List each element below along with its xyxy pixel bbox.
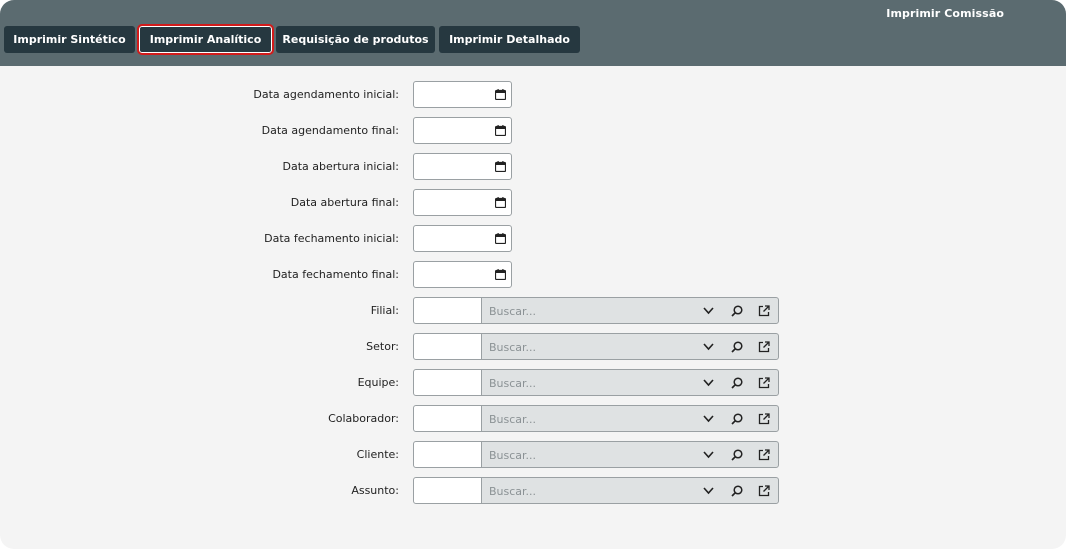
date-fechamento-inicial-input[interactable] — [413, 225, 512, 252]
tab-imprimir-analitico[interactable]: Imprimir Analítico — [137, 24, 274, 55]
field-label: Equipe: — [357, 376, 399, 389]
equipe-code-input[interactable] — [413, 369, 482, 396]
tab-bar: Imprimir Sintético Imprimir Analítico Re… — [4, 24, 580, 55]
setor-search-input[interactable]: Buscar... — [481, 333, 779, 360]
date-row: Data fechamento final: — [0, 261, 1066, 288]
magnifier-icon[interactable] — [731, 485, 743, 497]
field-label: Data fechamento inicial: — [264, 232, 399, 245]
lookup-row-colaborador: Colaborador: Buscar... — [0, 405, 1066, 432]
magnifier-icon[interactable] — [731, 413, 743, 425]
date-fechamento-final-input[interactable] — [413, 261, 512, 288]
search-placeholder: Buscar... — [489, 413, 537, 426]
external-link-icon[interactable] — [758, 377, 770, 389]
magnifier-icon[interactable] — [731, 341, 743, 353]
calendar-icon[interactable] — [495, 161, 506, 172]
date-abertura-inicial-input[interactable] — [413, 153, 512, 180]
calendar-icon[interactable] — [495, 197, 506, 208]
external-link-icon[interactable] — [758, 485, 770, 497]
date-row: Data abertura final: — [0, 189, 1066, 216]
calendar-icon[interactable] — [495, 233, 506, 244]
external-link-icon[interactable] — [758, 449, 770, 461]
field-label: Assunto: — [351, 484, 399, 497]
date-abertura-final-input[interactable] — [413, 189, 512, 216]
field-label: Cliente: — [356, 448, 399, 461]
date-agendamento-inicial-input[interactable] — [413, 81, 512, 108]
lookup-row-assunto: Assunto: Buscar... — [0, 477, 1066, 504]
app-window: Imprimir Comissão Imprimir Sintético Imp… — [0, 0, 1066, 549]
colaborador-search-input[interactable]: Buscar... — [481, 405, 779, 432]
search-placeholder: Buscar... — [489, 305, 537, 318]
chevron-down-icon[interactable] — [703, 378, 714, 387]
cliente-code-input[interactable] — [413, 441, 482, 468]
page-title: Imprimir Comissão — [886, 7, 1004, 20]
field-label: Data agendamento final: — [261, 124, 399, 137]
date-row: Data agendamento inicial: — [0, 81, 1066, 108]
calendar-icon[interactable] — [495, 89, 506, 100]
external-link-icon[interactable] — [758, 305, 770, 317]
field-label: Data fechamento final: — [272, 268, 399, 281]
chevron-down-icon[interactable] — [703, 306, 714, 315]
search-placeholder: Buscar... — [489, 449, 537, 462]
chevron-down-icon[interactable] — [703, 414, 714, 423]
lookup-row-filial: Filial: Buscar... — [0, 297, 1066, 324]
date-row: Data fechamento inicial: — [0, 225, 1066, 252]
calendar-icon[interactable] — [495, 269, 506, 280]
filial-code-input[interactable] — [413, 297, 482, 324]
field-label: Data abertura final: — [290, 196, 399, 209]
magnifier-icon[interactable] — [731, 449, 743, 461]
filial-search-input[interactable]: Buscar... — [481, 297, 779, 324]
date-row: Data abertura inicial: — [0, 153, 1066, 180]
field-label: Colaborador: — [328, 412, 399, 425]
date-agendamento-final-input[interactable] — [413, 117, 512, 144]
setor-code-input[interactable] — [413, 333, 482, 360]
calendar-icon[interactable] — [495, 125, 506, 136]
equipe-search-input[interactable]: Buscar... — [481, 369, 779, 396]
colaborador-code-input[interactable] — [413, 405, 482, 432]
field-label: Setor: — [366, 340, 399, 353]
lookup-row-setor: Setor: Buscar... — [0, 333, 1066, 360]
chevron-down-icon[interactable] — [703, 450, 714, 459]
field-label: Data agendamento inicial: — [253, 88, 399, 101]
lookup-row-equipe: Equipe: Buscar... — [0, 369, 1066, 396]
lookup-row-cliente: Cliente: Buscar... — [0, 441, 1066, 468]
header-bar: Imprimir Comissão Imprimir Sintético Imp… — [0, 0, 1066, 66]
tab-requisicao-produtos[interactable]: Requisição de produtos — [276, 26, 435, 53]
assunto-search-input[interactable]: Buscar... — [481, 477, 779, 504]
chevron-down-icon[interactable] — [703, 342, 714, 351]
cliente-search-input[interactable]: Buscar... — [481, 441, 779, 468]
search-placeholder: Buscar... — [489, 341, 537, 354]
magnifier-icon[interactable] — [731, 305, 743, 317]
external-link-icon[interactable] — [758, 413, 770, 425]
date-row: Data agendamento final: — [0, 117, 1066, 144]
external-link-icon[interactable] — [758, 341, 770, 353]
tab-imprimir-detalhado[interactable]: Imprimir Detalhado — [439, 26, 580, 53]
search-placeholder: Buscar... — [489, 485, 537, 498]
field-label: Filial: — [370, 304, 399, 317]
magnifier-icon[interactable] — [731, 377, 743, 389]
chevron-down-icon[interactable] — [703, 486, 714, 495]
field-label: Data abertura inicial: — [282, 160, 399, 173]
assunto-code-input[interactable] — [413, 477, 482, 504]
search-placeholder: Buscar... — [489, 377, 537, 390]
tab-imprimir-sintetico[interactable]: Imprimir Sintético — [4, 26, 135, 53]
